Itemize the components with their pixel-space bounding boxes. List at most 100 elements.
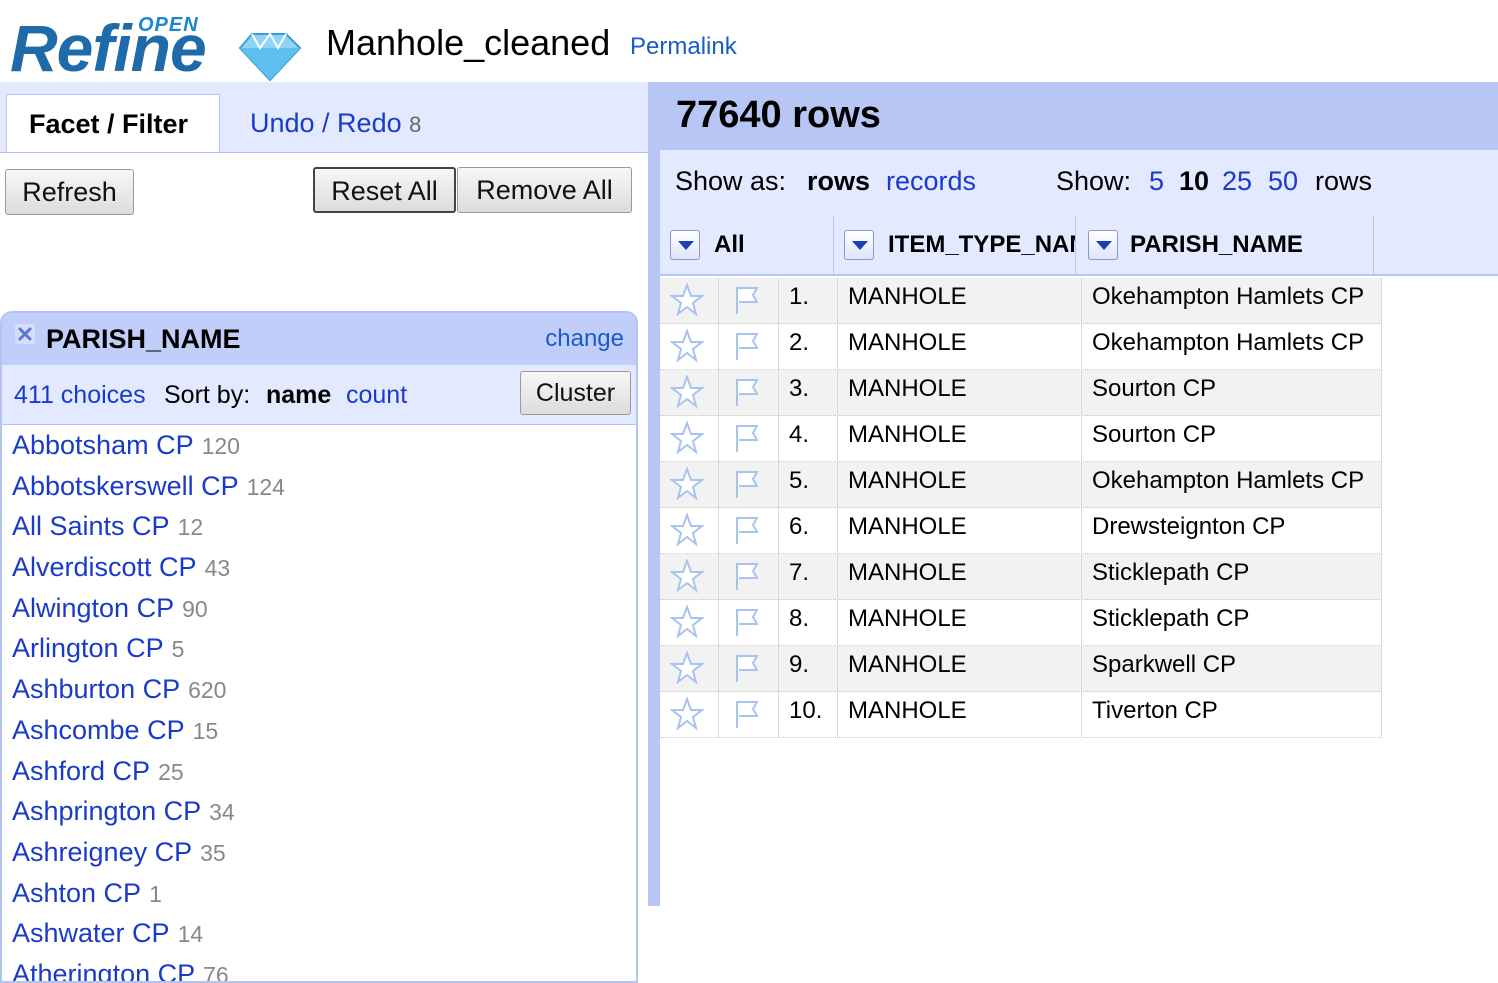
remove-all-button[interactable]: Remove All	[457, 167, 632, 213]
page-size-10[interactable]: 10	[1179, 166, 1209, 197]
facet-choice[interactable]: Ashprington CP 34	[2, 791, 636, 832]
star-icon[interactable]	[660, 554, 719, 600]
cell-parish-name[interactable]: Sticklepath CP	[1082, 600, 1382, 646]
facet-choice-name[interactable]: Alverdiscott CP	[12, 552, 197, 582]
cell-item-type[interactable]: MANHOLE	[838, 600, 1082, 646]
table-row: 5. MANHOLE Okehampton Hamlets CP	[660, 462, 1382, 508]
facet-choice-name[interactable]: Ashford CP	[12, 756, 150, 786]
permalink-link[interactable]: Permalink	[630, 33, 737, 61]
flag-icon[interactable]	[719, 692, 779, 738]
facet-choice-name[interactable]: Abbotskerswell CP	[12, 471, 239, 501]
facet-choice[interactable]: Abbotskerswell CP 124	[2, 466, 636, 507]
facet-choice[interactable]: Atherington CP 76	[2, 954, 636, 981]
flag-icon[interactable]	[719, 370, 779, 416]
cell-item-type[interactable]: MANHOLE	[838, 692, 1082, 738]
facet-choice-name[interactable]: Alwington CP	[12, 593, 174, 623]
page-size-5[interactable]: 5	[1149, 166, 1164, 197]
flag-icon[interactable]	[719, 508, 779, 554]
cell-parish-name[interactable]: Sticklepath CP	[1082, 554, 1382, 600]
cell-parish-name[interactable]: Sparkwell CP	[1082, 646, 1382, 692]
facet-choice[interactable]: All Saints CP 12	[2, 506, 636, 547]
facet-choice-count: 12	[177, 514, 204, 541]
flag-icon[interactable]	[719, 600, 779, 646]
cell-parish-name[interactable]: Tiverton CP	[1082, 692, 1382, 738]
close-icon[interactable]	[14, 323, 36, 345]
facet-choice[interactable]: Ashreigney CP 35	[2, 832, 636, 873]
cell-item-type[interactable]: MANHOLE	[838, 462, 1082, 508]
cell-parish-name[interactable]: Sourton CP	[1082, 370, 1382, 416]
panel-splitter[interactable]	[648, 82, 660, 906]
cell-parish-name[interactable]: Okehampton Hamlets CP	[1082, 278, 1382, 324]
facet-choice[interactable]: Arlington CP 5	[2, 628, 636, 669]
show-as-records-link[interactable]: records	[886, 166, 976, 197]
facet-choice-name[interactable]: Ashreigney CP	[12, 837, 192, 867]
facet-choice[interactable]: Ashton CP 1	[2, 873, 636, 914]
facet-choice[interactable]: Ashford CP 25	[2, 751, 636, 792]
facet-choice[interactable]: Abbotsham CP 120	[2, 425, 636, 466]
cell-parish-name[interactable]: Sourton CP	[1082, 416, 1382, 462]
tab-facet-filter[interactable]: Facet / Filter	[6, 94, 220, 154]
cell-item-type[interactable]: MANHOLE	[838, 646, 1082, 692]
facet-choice-name[interactable]: All Saints CP	[12, 511, 170, 541]
flag-icon[interactable]	[719, 416, 779, 462]
star-icon[interactable]	[660, 600, 719, 646]
facet-change-link[interactable]: change	[545, 325, 624, 353]
page-size-25[interactable]: 25	[1222, 166, 1252, 197]
facet-choice-name[interactable]: Ashburton CP	[12, 674, 180, 704]
facet-choice-name[interactable]: Abbotsham CP	[12, 430, 194, 460]
facet-choice-count: 620	[188, 677, 227, 704]
column-menu-dropdown-icon[interactable]	[844, 230, 874, 260]
show-as-rows[interactable]: rows	[807, 166, 870, 197]
column-menu-dropdown-icon[interactable]	[670, 230, 700, 260]
choice-count-link[interactable]: 411 choices	[14, 381, 146, 410]
flag-icon[interactable]	[719, 554, 779, 600]
star-icon[interactable]	[660, 462, 719, 508]
table-row: 1. MANHOLE Okehampton Hamlets CP	[660, 278, 1382, 324]
refresh-button[interactable]: Refresh	[5, 169, 134, 215]
facet-choice-name[interactable]: Atherington CP	[12, 959, 195, 981]
cell-parish-name[interactable]: Okehampton Hamlets CP	[1082, 462, 1382, 508]
cell-item-type[interactable]: MANHOLE	[838, 416, 1082, 462]
star-icon[interactable]	[660, 416, 719, 462]
cell-item-type[interactable]: MANHOLE	[838, 554, 1082, 600]
row-index: 7.	[779, 554, 838, 600]
facet-choice-name[interactable]: Ashcombe CP	[12, 715, 185, 745]
cell-item-type[interactable]: MANHOLE	[838, 508, 1082, 554]
facet-choice-name[interactable]: Ashton CP	[12, 878, 141, 908]
row-index: 6.	[779, 508, 838, 554]
star-icon[interactable]	[660, 324, 719, 370]
cell-parish-name[interactable]: Drewsteignton CP	[1082, 508, 1382, 554]
sort-by-name[interactable]: name	[266, 381, 331, 410]
facet-choice[interactable]: Ashcombe CP 15	[2, 710, 636, 751]
star-icon[interactable]	[660, 508, 719, 554]
cell-item-type[interactable]: MANHOLE	[838, 278, 1082, 324]
tab-undo-redo[interactable]: Undo / Redo 8	[228, 94, 443, 152]
sort-by-count[interactable]: count	[346, 381, 407, 410]
cluster-button[interactable]: Cluster	[520, 371, 631, 415]
cell-item-type[interactable]: MANHOLE	[838, 324, 1082, 370]
reset-all-button[interactable]: Reset All	[313, 167, 456, 213]
cell-parish-name[interactable]: Okehampton Hamlets CP	[1082, 324, 1382, 370]
table-row: 3. MANHOLE Sourton CP	[660, 370, 1382, 416]
facet-choice-name[interactable]: Arlington CP	[12, 633, 164, 663]
star-icon[interactable]	[660, 646, 719, 692]
facet-choice-name[interactable]: Ashprington CP	[12, 796, 201, 826]
flag-icon[interactable]	[719, 278, 779, 324]
facet-choice-name[interactable]: Ashwater CP	[12, 918, 170, 948]
star-icon[interactable]	[660, 278, 719, 324]
star-icon[interactable]	[660, 370, 719, 416]
cell-item-type[interactable]: MANHOLE	[838, 370, 1082, 416]
star-icon[interactable]	[660, 692, 719, 738]
facet-choice[interactable]: Ashwater CP 14	[2, 913, 636, 954]
row-index: 1.	[779, 278, 838, 324]
facet-choice[interactable]: Ashburton CP 620	[2, 669, 636, 710]
column-menu-dropdown-icon[interactable]	[1088, 230, 1118, 260]
flag-icon[interactable]	[719, 324, 779, 370]
flag-icon[interactable]	[719, 462, 779, 508]
openrefine-logo[interactable]: Refine OPEN	[10, 10, 302, 84]
project-title[interactable]: Manhole_cleaned	[326, 22, 610, 64]
facet-choice[interactable]: Alwington CP 90	[2, 588, 636, 629]
flag-icon[interactable]	[719, 646, 779, 692]
page-size-50[interactable]: 50	[1268, 166, 1298, 197]
facet-choice[interactable]: Alverdiscott CP 43	[2, 547, 636, 588]
